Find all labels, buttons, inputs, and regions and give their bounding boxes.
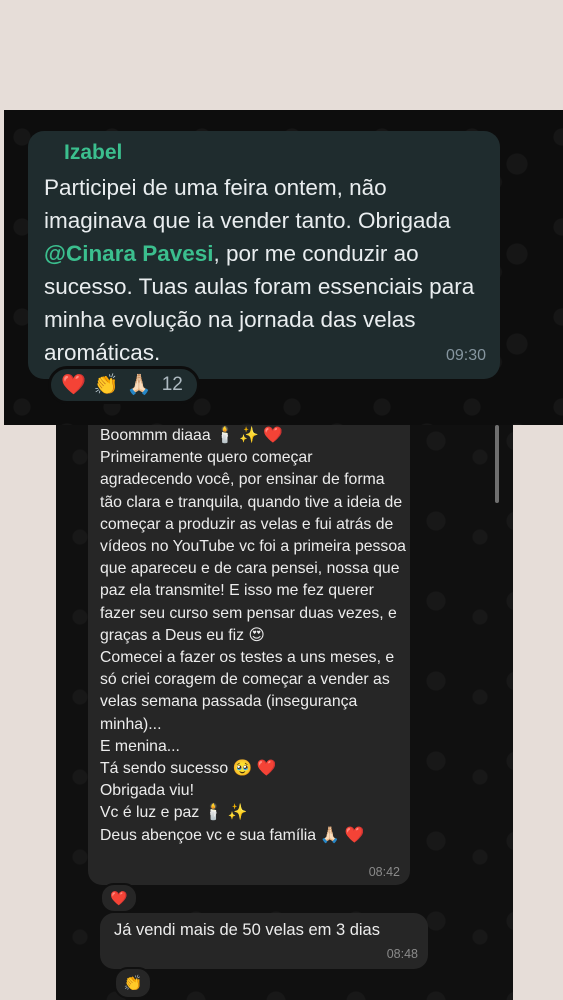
message-time: 08:42: [368, 865, 400, 879]
message-line: Vc é luz e paz 🕯️ ✨: [100, 804, 248, 822]
message-line: Tá sendo sucesso 🥹 ❤️: [100, 760, 277, 778]
message-line: Deus abençoe vc e sua família 🙏🏻 ❤️: [100, 826, 365, 844]
message-line: E menina...: [100, 737, 180, 755]
message-bubble[interactable]: Izabel Participei de uma feira ontem, nã…: [28, 131, 500, 379]
mention-link[interactable]: @Cinara Pavesi: [44, 241, 214, 266]
reaction-pill[interactable]: ❤️ 👏 🙏🏻 12: [48, 366, 200, 404]
sender-name[interactable]: Izabel: [64, 141, 122, 165]
heart-reaction-badge[interactable]: ❤️: [100, 883, 138, 913]
message-bubble-long[interactable]: Boommm diaaa 🕯️ ✨ ❤️ Primeiramente quero…: [88, 425, 410, 885]
chat-screenshot-bottom: Boommm diaaa 🕯️ ✨ ❤️ Primeiramente quero…: [56, 425, 513, 1000]
message-line: Comecei a fazer os testes a uns meses, e…: [100, 649, 395, 733]
message-bubble-short[interactable]: Já vendi mais de 50 velas em 3 dias 08:4…: [100, 913, 428, 969]
message-time: 09:30: [445, 347, 486, 364]
chat-screenshot-top: Izabel Participei de uma feira ontem, nã…: [4, 110, 563, 425]
message-line: Obrigada viu!: [100, 782, 194, 800]
folded-hands-emoji: 🙏🏻: [126, 374, 152, 396]
clapping-hands-emoji: 👏: [93, 374, 119, 396]
reaction-count: 12: [161, 374, 183, 395]
message-time: 08:48: [386, 947, 418, 961]
message-text-long: Boommm diaaa 🕯️ ✨ ❤️ Primeiramente quero…: [100, 425, 406, 847]
message-text-start: Participei de uma feira ontem, não imagi…: [44, 175, 451, 233]
scrollbar[interactable]: [495, 425, 499, 503]
clap-reaction-badge[interactable]: 👏: [114, 967, 152, 999]
message-line: Boommm diaaa 🕯️ ✨ ❤️: [100, 427, 283, 444]
heart-emoji: ❤️: [61, 374, 86, 396]
message-text-short: Já vendi mais de 50 velas em 3 dias: [114, 921, 380, 939]
message-text: Participei de uma feira ontem, não imagi…: [44, 171, 494, 369]
message-line: Primeiramente quero começar agradecendo …: [100, 449, 406, 644]
